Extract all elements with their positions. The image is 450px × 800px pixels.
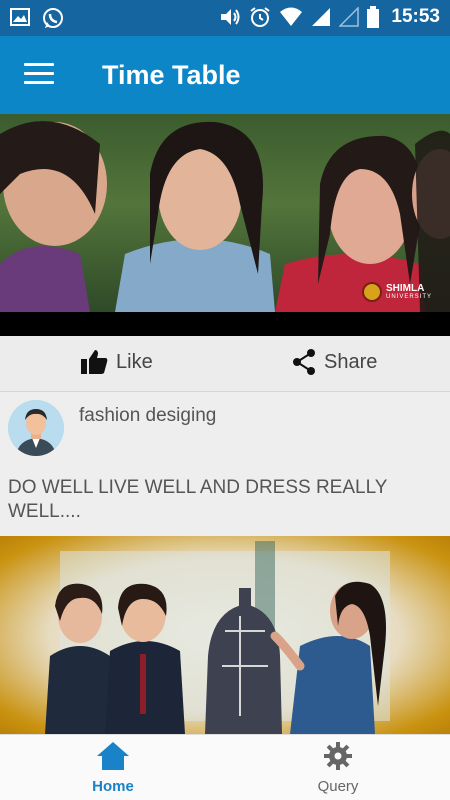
post-card: fashion desiging DO WELL LIVE WELL AND D… (0, 392, 450, 536)
volume-icon (221, 9, 240, 25)
share-label: Share (324, 350, 378, 373)
nav-query-label: Query (317, 778, 359, 795)
thumbs-up-icon (81, 350, 108, 374)
university-logo: SHIMLA UNIVERSITY (361, 282, 432, 302)
like-button[interactable]: Like (80, 349, 153, 375)
nav-home[interactable]: Home (53, 741, 173, 795)
signal-icon (312, 8, 331, 26)
user-avatar-icon (8, 400, 64, 456)
hero-banner-image[interactable]: SHIMLA UNIVERSITY (0, 114, 450, 312)
home-icon (97, 742, 129, 770)
wifi-icon (280, 7, 303, 26)
like-label: Like (116, 350, 153, 373)
logo-sub: UNIVERSITY (385, 294, 432, 300)
gear-icon (324, 742, 352, 770)
video-bar (0, 312, 450, 336)
signal-empty-icon (339, 7, 360, 27)
post-actions: Like Share (0, 336, 450, 392)
fashion-design-photo (45, 541, 390, 734)
bottom-nav: Home Query (0, 734, 450, 800)
avatar[interactable] (8, 400, 64, 456)
whatsapp-icon (43, 8, 63, 28)
share-button[interactable]: Share (292, 349, 377, 375)
page-title: Time Table (102, 60, 241, 90)
post-text: DO WELL LIVE WELL AND DRESS REALLY WELL.… (8, 477, 388, 522)
post-author: fashion desiging (79, 405, 217, 426)
nav-query[interactable]: Query (278, 741, 398, 795)
post-image[interactable] (0, 536, 450, 734)
alarm-icon (250, 7, 270, 27)
hamburger-menu-icon[interactable] (24, 63, 54, 87)
battery-icon (367, 6, 380, 28)
nav-home-label: Home (92, 778, 134, 795)
share-icon (293, 349, 315, 375)
app-bar: Time Table (0, 36, 450, 114)
logo-name: SHIMLA (385, 283, 425, 294)
university-seal-icon (361, 282, 382, 302)
status-time: 15:53 (391, 6, 440, 27)
image-icon (10, 8, 30, 26)
status-bar: 15:53 (0, 0, 450, 36)
